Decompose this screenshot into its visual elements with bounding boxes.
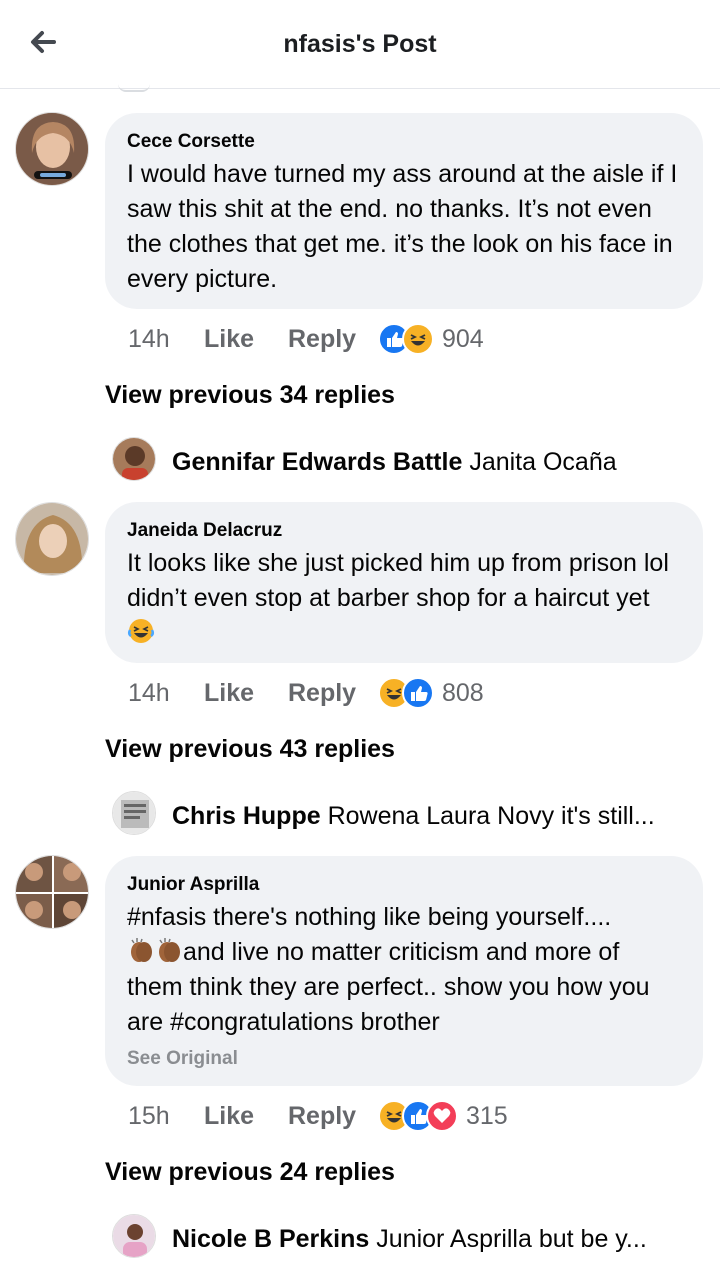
reply-author[interactable]: Gennifar Edwards Battle (172, 448, 462, 476)
avatar[interactable] (15, 855, 89, 929)
comment-text: It looks like she just picked him up fro… (127, 546, 681, 651)
comment-bubble[interactable]: Cece Corsette I would have turned my ass… (105, 113, 703, 309)
comment-text: #nfasis there's nothing like being yours… (127, 900, 681, 1040)
comment-bubble[interactable]: Janeida Delacruz It looks like she just … (105, 502, 703, 663)
comment-time[interactable]: 14h (128, 325, 204, 354)
reply-avatar[interactable] (112, 1214, 156, 1258)
clapping-hands-icon (159, 938, 180, 962)
comment-author[interactable]: Junior Asprilla (127, 874, 681, 896)
latest-reply[interactable]: Chris Huppe Rowena Laura Novy it's still… (172, 802, 692, 831)
reactions-summary[interactable]: 315 (378, 1100, 508, 1132)
reply-button[interactable]: Reply (288, 325, 378, 354)
latest-reply[interactable]: Nicole B Perkins Junior Asprilla but be … (172, 1225, 692, 1254)
reply-author[interactable]: Chris Huppe (172, 802, 321, 830)
comment-time[interactable]: 15h (128, 1102, 204, 1131)
reply-text: Rowena Laura Novy it's still... (327, 802, 655, 830)
clapping-hands-icon (131, 938, 152, 962)
comment-text: I would have turned my ass around at the… (127, 160, 678, 293)
page-title: nfasis's Post (283, 30, 437, 58)
latest-reply[interactable]: Gennifar Edwards Battle Janita Ocaña (172, 448, 692, 477)
like-reaction-icon (402, 677, 434, 709)
view-previous-replies[interactable]: View previous 24 replies (105, 1158, 395, 1187)
comment-actions: 14h Like Reply 808 (128, 675, 484, 711)
previous-thread-line (118, 84, 150, 92)
like-button[interactable]: Like (204, 1102, 288, 1131)
reply-text: Junior Asprilla but be y... (376, 1225, 647, 1253)
reactions-summary[interactable]: 904 (378, 323, 484, 355)
reply-text: Janita Ocaña (469, 448, 617, 476)
reaction-count: 904 (442, 324, 484, 353)
reply-avatar[interactable] (112, 791, 156, 835)
comment-author[interactable]: Janeida Delacruz (127, 520, 681, 542)
avatar-image (16, 113, 88, 185)
comment-bubble[interactable]: Junior Asprilla #nfasis there's nothing … (105, 856, 703, 1086)
comment-actions: 14h Like Reply 904 (128, 321, 484, 357)
reply-button[interactable]: Reply (288, 679, 378, 708)
avatar[interactable] (15, 112, 89, 186)
top-bar: nfasis's Post (0, 0, 720, 89)
love-reaction-icon (426, 1100, 458, 1132)
comment-text-content: and live no matter criticism and more of… (127, 938, 650, 1036)
reply-button[interactable]: Reply (288, 1102, 378, 1131)
reply-avatar[interactable] (112, 437, 156, 481)
comment-author[interactable]: Cece Corsette (127, 131, 681, 153)
see-original-link[interactable]: See Original (127, 1048, 681, 1070)
view-previous-replies[interactable]: View previous 34 replies (105, 381, 395, 410)
view-previous-replies[interactable]: View previous 43 replies (105, 735, 395, 764)
reply-author[interactable]: Nicole B Perkins (172, 1225, 369, 1253)
comment-time[interactable]: 14h (128, 679, 204, 708)
reaction-count: 808 (442, 678, 484, 707)
reaction-count: 315 (466, 1101, 508, 1130)
avatar[interactable] (15, 502, 89, 576)
haha-reaction-icon (402, 323, 434, 355)
tears-of-joy-icon (127, 619, 155, 643)
comment-actions: 15h Like Reply 315 (128, 1098, 508, 1134)
comment-text-content: It looks like she just picked him up fro… (127, 549, 669, 612)
reactions-summary[interactable]: 808 (378, 677, 484, 709)
comment-text-line: #nfasis there's nothing like being yours… (127, 903, 612, 931)
like-button[interactable]: Like (204, 325, 288, 354)
like-button[interactable]: Like (204, 679, 288, 708)
